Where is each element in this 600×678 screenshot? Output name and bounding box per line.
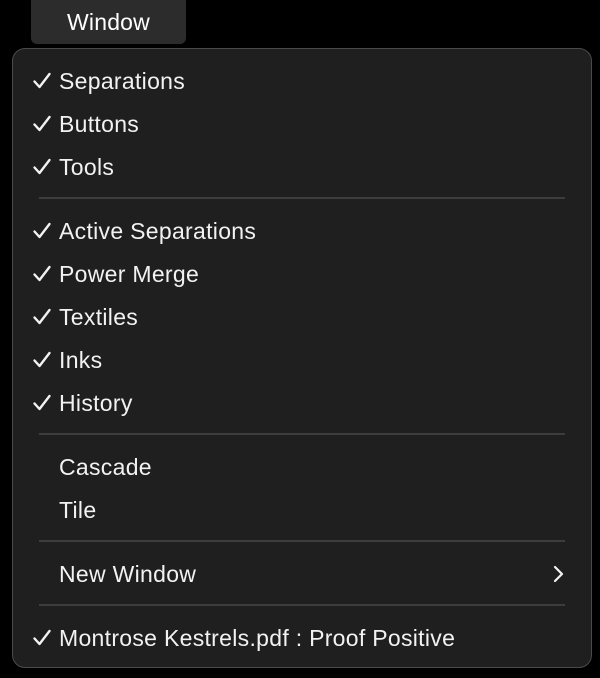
checkmark-icon: [31, 112, 53, 136]
menu-separator: [39, 604, 565, 606]
menu-item-cascade[interactable]: Cascade: [13, 447, 591, 487]
checkmark-icon: [31, 305, 53, 329]
menu-item-label: Montrose Kestrels.pdf : Proof Positive: [59, 624, 456, 651]
menu-item-active-separations[interactable]: Active Separations: [13, 211, 591, 251]
menu-item-label: New Window: [59, 560, 197, 587]
menu-item-new-window[interactable]: New Window: [13, 554, 591, 594]
checkmark-icon: [31, 69, 53, 93]
menu-item-power-merge[interactable]: Power Merge: [13, 254, 591, 294]
menu-item-document-window[interactable]: Montrose Kestrels.pdf : Proof Positive: [13, 618, 591, 658]
menu-item-label: Inks: [59, 346, 103, 373]
menu-item-label: Tools: [59, 153, 115, 180]
menu-item-label: Tile: [59, 496, 97, 523]
checkmark-icon: [31, 219, 53, 243]
menu-item-label: Buttons: [59, 110, 140, 137]
menu-item-inks[interactable]: Inks: [13, 340, 591, 380]
chevron-right-icon: [551, 564, 565, 584]
window-menu-title[interactable]: Window: [31, 0, 186, 44]
window-menu-dropdown: Separations Buttons Tools Active Separat…: [12, 48, 592, 668]
menu-separator: [39, 197, 565, 199]
checkmark-icon: [31, 262, 53, 286]
menu-item-label: Power Merge: [59, 260, 200, 287]
menu-item-history[interactable]: History: [13, 383, 591, 423]
menu-item-label: Textiles: [59, 303, 139, 330]
menu-item-textiles[interactable]: Textiles: [13, 297, 591, 337]
menu-separator: [39, 540, 565, 542]
menu-item-label: Separations: [59, 67, 186, 94]
menu-item-tools[interactable]: Tools: [13, 147, 591, 187]
menu-item-tile[interactable]: Tile: [13, 490, 591, 530]
menu-separator: [39, 433, 565, 435]
menu-item-label: History: [59, 389, 133, 416]
checkmark-icon: [31, 155, 53, 179]
menu-item-label: Cascade: [59, 453, 152, 480]
checkmark-icon: [31, 626, 53, 650]
checkmark-icon: [31, 348, 53, 372]
menu-item-buttons[interactable]: Buttons: [13, 104, 591, 144]
checkmark-icon: [31, 391, 53, 415]
menu-item-label: Active Separations: [59, 217, 257, 244]
menu-item-separations[interactable]: Separations: [13, 61, 591, 101]
